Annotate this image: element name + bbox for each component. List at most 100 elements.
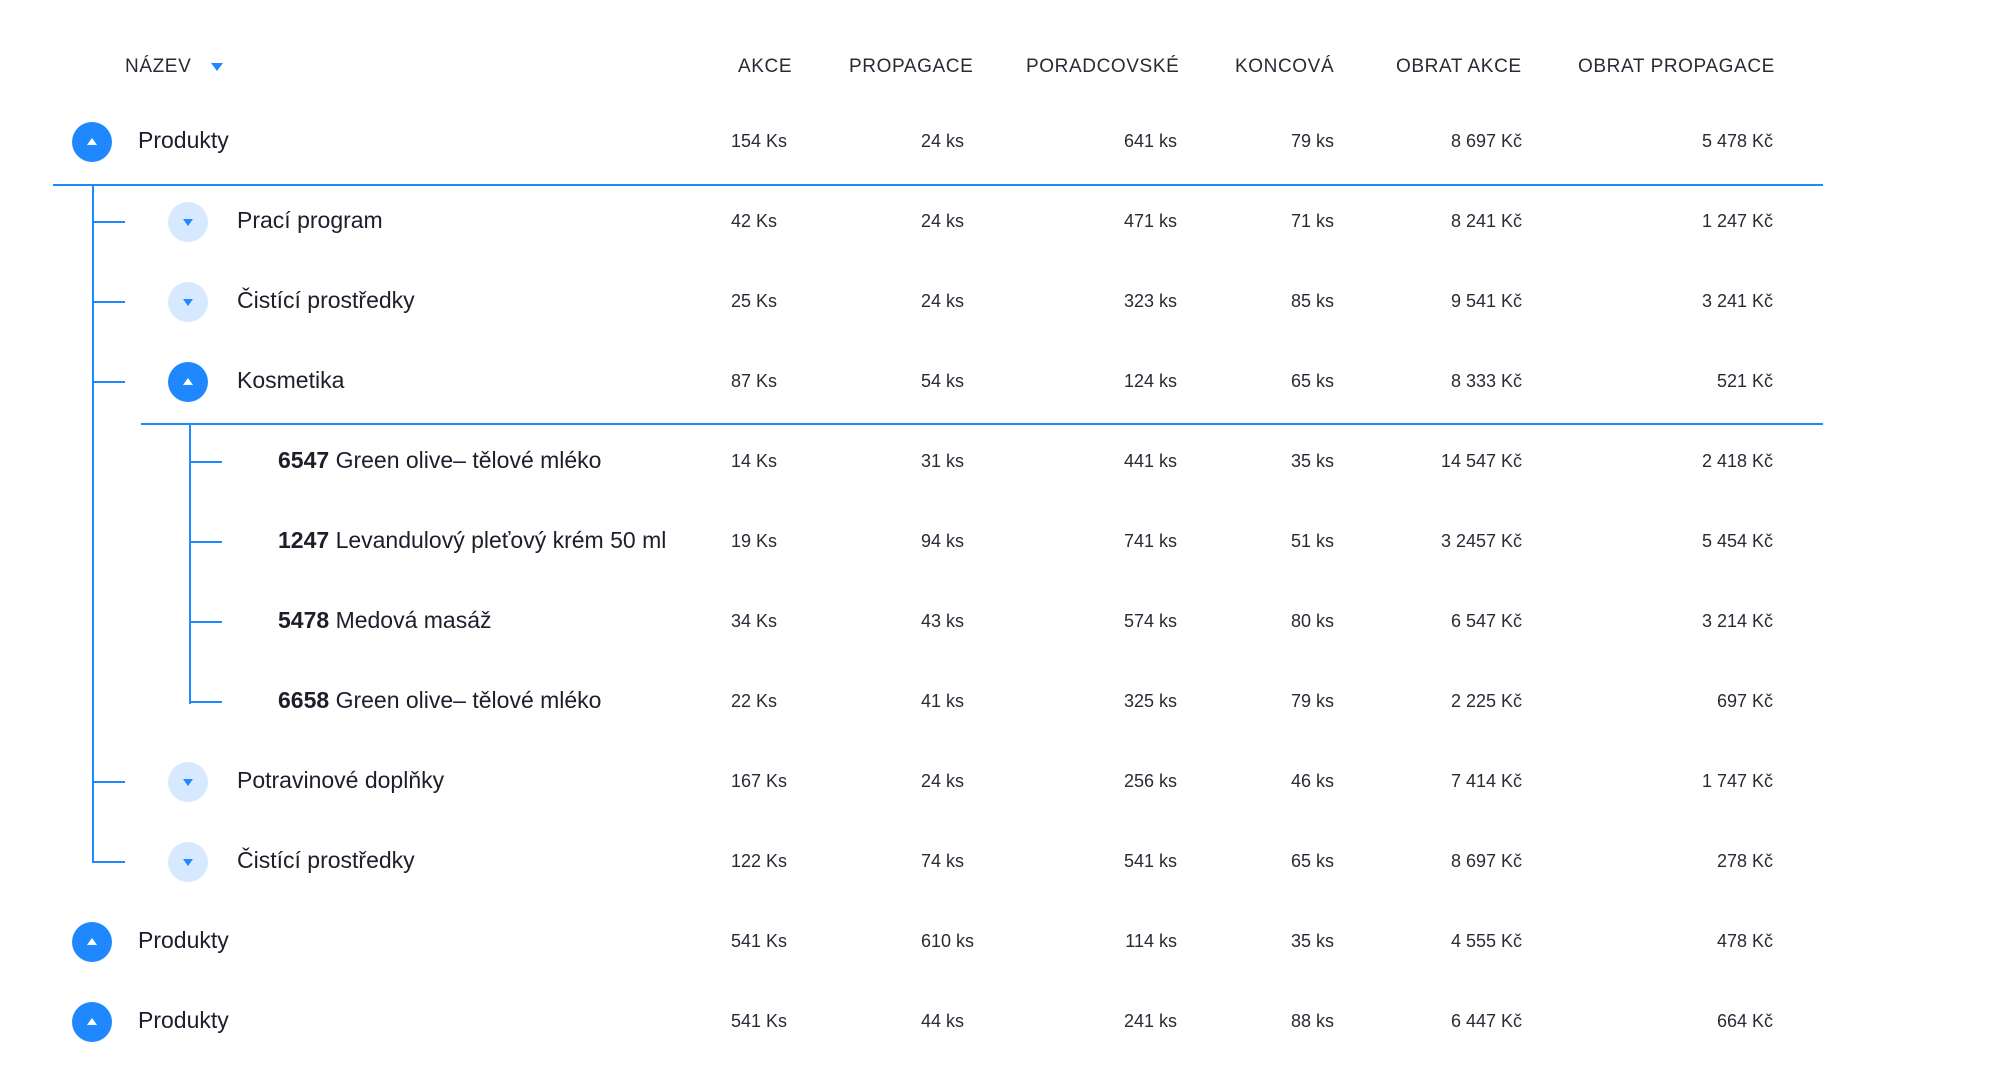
product-name: Green olive– tělové mléko [335,687,602,713]
cell-poradcovske: 124 ks [1123,371,1177,391]
cell-akce: 42 Ks [731,211,778,231]
cell-poradcovske: 471 ks [1123,211,1177,231]
column-header-obrat-propagace[interactable]: OBRAT PROPAGACE [1578,56,1775,78]
column-header-koncova[interactable]: KONCOVÁ [1235,56,1334,78]
chevron-up-icon [183,378,193,385]
table-row[interactable]: Čistící prostředky 122 Ks 74 ks 541 ks 65 ks… [0,822,1992,902]
product-name: Medová masáž [335,607,492,633]
cell-propagace: 74 ks [921,851,965,871]
cell-akce: 541 Ks [731,931,788,951]
cell-obrat-akce: 6 447 Kč [1450,1011,1522,1031]
cell-obrat-propagace: 664 Kč [1716,1011,1773,1031]
cell-akce: 541 Ks [731,1011,788,1031]
cell-obrat-akce: 14 547 Kč [1440,451,1522,471]
cell-obrat-propagace: 1 247 Kč [1701,211,1773,231]
table-row[interactable]: Produkty 541 Ks 44 ks 241 ks 88 ks 6 447 Kč 66… [0,982,1992,1062]
table-row[interactable]: Čistící prostředky 25 Ks 24 ks 323 ks 85 ks 9… [0,262,1992,342]
column-header-propagace[interactable]: PROPAGACE [849,56,973,78]
row-name: Čistící prostředky [237,287,415,313]
cell-obrat-propagace: 478 Kč [1716,931,1773,951]
expand-toggle-button[interactable] [168,842,208,882]
table-row[interactable]: Produkty 541 Ks 610 ks 114 ks 35 ks 4 555 Kč 4… [0,902,1992,982]
cell-propagace: 41 ks [921,691,965,711]
cell-koncova: 71 ks [1290,211,1334,231]
cell-koncova: 79 ks [1290,131,1334,151]
cell-akce: 122 Ks [731,851,788,871]
expand-toggle-button[interactable] [168,282,208,322]
cell-obrat-akce: 2 225 Kč [1450,691,1522,711]
chevron-down-icon [183,219,193,226]
table-row: 5478 Medová masáž 34 Ks 43 ks 574 ks 80 ks 6 … [0,582,1992,662]
table-row[interactable]: Potravinové doplňky 167 Ks 24 ks 256 ks 46 k… [0,742,1992,822]
table-row: 6658 Green olive– tělové mléko 22 Ks 41 ks… [0,662,1992,742]
collapse-toggle-button[interactable] [72,922,112,962]
table-row: 6547 Green olive– tělové mléko 14 Ks 31 ks… [0,422,1992,502]
cell-koncova: 35 ks [1290,451,1334,471]
collapse-toggle-button[interactable] [72,1002,112,1042]
cell-poradcovske: 241 ks [1123,1011,1177,1031]
cell-obrat-propagace: 2 418 Kč [1701,451,1773,471]
cell-obrat-akce: 8 697 Kč [1450,131,1522,151]
product-name: Green olive– tělové mléko [335,447,602,473]
row-name: 1247 Levandulový pleťový krém 50 ml [278,527,666,554]
row-name: Čistící prostředky [237,847,415,873]
table-row[interactable]: Kosmetika 87 Ks 54 ks 124 ks 65 ks 8 333 Kč 52… [0,342,1992,422]
collapse-toggle-button[interactable] [72,122,112,162]
cell-propagace: 24 ks [921,771,965,791]
expand-toggle-button[interactable] [168,202,208,242]
cell-poradcovske: 741 ks [1123,531,1177,551]
cell-obrat-akce: 6 547 Kč [1450,611,1522,631]
cell-akce: 87 Ks [731,371,778,391]
cell-propagace: 54 ks [921,371,965,391]
column-header-obrat-akce[interactable]: OBRAT AKCE [1396,56,1522,78]
expand-toggle-button[interactable] [168,762,208,802]
row-name: Prací program [237,207,383,233]
table-header: NÁZEV AKCE PROPAGACE PORADCOVSKÉ KONCOVÁ… [0,52,1992,82]
sort-desc-icon[interactable] [211,63,223,71]
cell-akce: 154 Ks [731,131,788,151]
cell-akce: 19 Ks [731,531,778,551]
cell-propagace: 94 ks [921,531,965,551]
table-row: 1247 Levandulový pleťový krém 50 ml 19 Ks… [0,502,1992,582]
cell-propagace: 610 ks [921,931,975,951]
column-header-akce[interactable]: AKCE [738,56,792,78]
column-header-name[interactable]: NÁZEV [125,56,191,78]
cell-obrat-propagace: 697 Kč [1716,691,1773,711]
row-name: Produkty [138,127,229,153]
table-row[interactable]: Prací program 42 Ks 24 ks 471 ks 71 ks 8 241 … [0,182,1992,262]
product-code: 6547 [278,447,330,473]
table-row[interactable]: Produkty 154 Ks 24 ks 641 ks 79 ks 8 697 Kč 5 … [0,102,1992,182]
row-name: Produkty [138,1007,229,1033]
cell-obrat-akce: 4 555 Kč [1450,931,1522,951]
row-name: Kosmetika [237,367,345,393]
cell-obrat-propagace: 278 Kč [1716,851,1773,871]
chevron-up-icon [87,1018,97,1025]
cell-koncova: 85 ks [1290,291,1334,311]
cell-koncova: 88 ks [1290,1011,1334,1031]
cell-akce: 25 Ks [731,291,778,311]
cell-obrat-akce: 8 697 Kč [1450,851,1522,871]
cell-propagace: 44 ks [921,1011,965,1031]
cell-akce: 22 Ks [731,691,778,711]
cell-propagace: 31 ks [921,451,965,471]
product-name: Levandulový pleťový krém 50 ml [335,527,667,553]
cell-poradcovske: 574 ks [1123,611,1177,631]
chevron-up-icon [87,938,97,945]
cell-koncova: 65 ks [1290,371,1334,391]
row-name: Produkty [138,927,229,953]
cell-koncova: 46 ks [1290,771,1334,791]
collapse-toggle-button[interactable] [168,362,208,402]
product-tree-table: NÁZEV AKCE PROPAGACE PORADCOVSKÉ KONCOVÁ… [0,0,1992,1082]
cell-akce: 14 Ks [731,451,778,471]
cell-obrat-akce: 7 414 Kč [1450,771,1522,791]
chevron-up-icon [87,138,97,145]
column-header-poradcovske[interactable]: PORADCOVSKÉ [1026,56,1179,78]
cell-obrat-akce: 8 241 Kč [1450,211,1522,231]
cell-koncova: 80 ks [1290,611,1334,631]
product-code: 5478 [278,607,330,633]
cell-koncova: 51 ks [1290,531,1334,551]
cell-poradcovske: 323 ks [1123,291,1177,311]
product-code: 6658 [278,687,330,713]
row-name: 6658 Green olive– tělové mléko [278,687,601,714]
row-name: 5478 Medová masáž [278,607,492,634]
